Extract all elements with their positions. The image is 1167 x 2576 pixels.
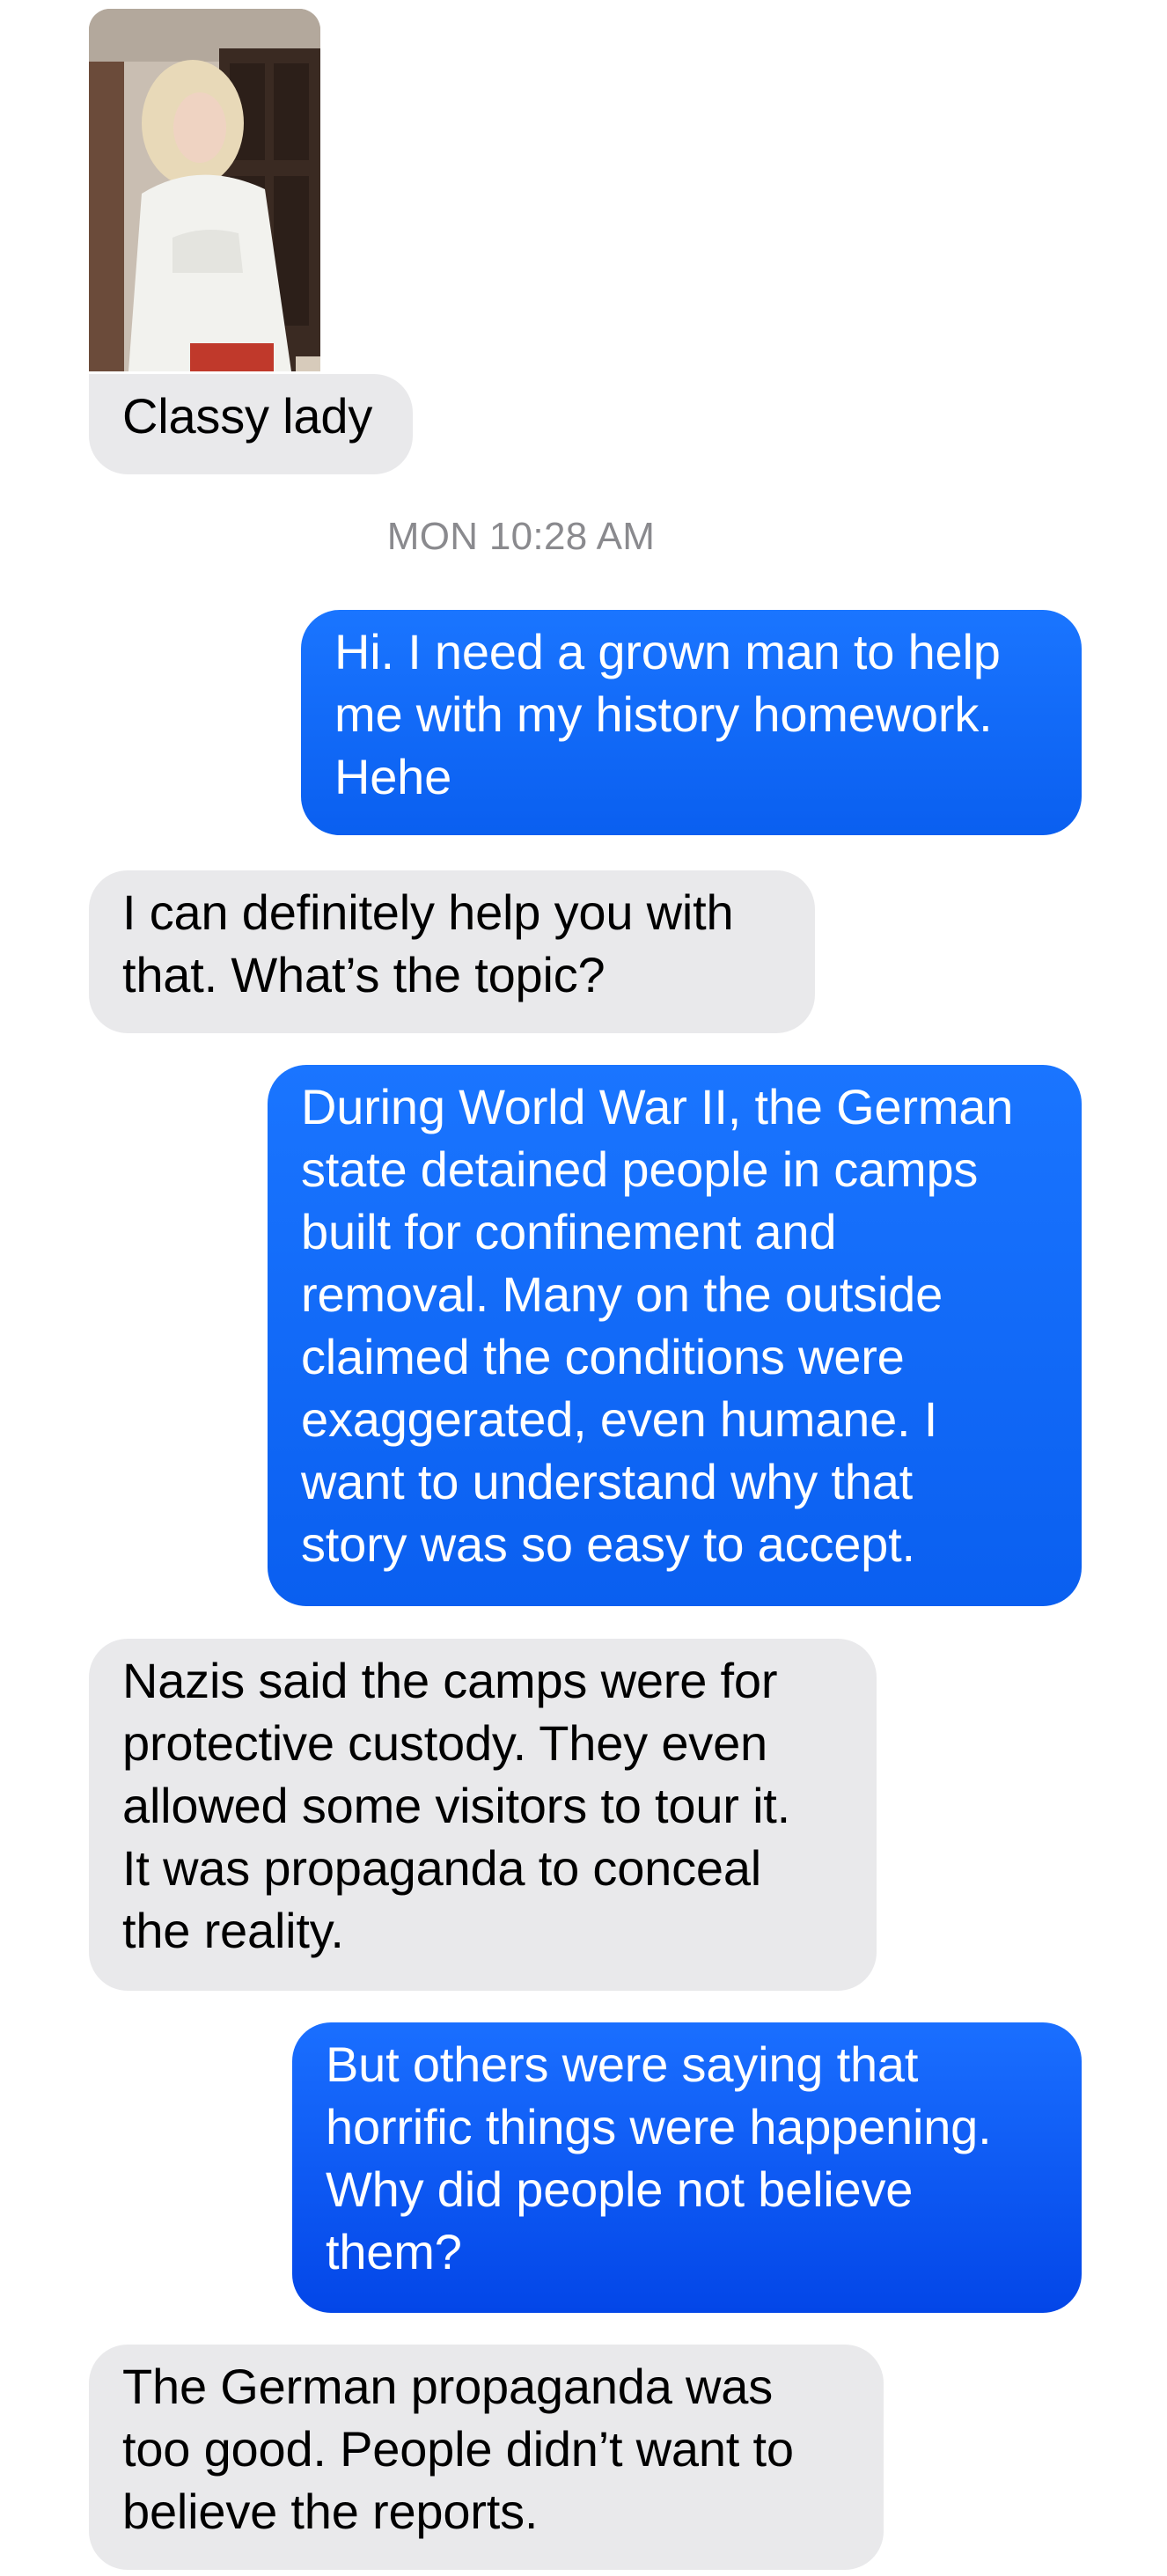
photo-image: [89, 9, 320, 371]
incoming-message-bubble[interactable]: I can definitely help you with that. Wha…: [89, 870, 815, 1033]
conversation-timestamp: MON 10:28 AM: [0, 515, 1042, 559]
outgoing-message-bubble[interactable]: Hi. I need a grown man to help me with m…: [301, 610, 1082, 835]
incoming-message-bubble[interactable]: The German propaganda was too good. Peop…: [89, 2345, 884, 2570]
timestamp-day: MON: [386, 515, 479, 558]
photo-caption-bubble: Classy lady: [89, 374, 413, 474]
incoming-message-bubble[interactable]: Nazis said the camps were for protective…: [89, 1639, 877, 1991]
message-thread: Classy lady MON 10:28 AM Hi. I need a gr…: [0, 0, 1167, 2576]
timestamp-time: 10:28 AM: [488, 515, 656, 558]
outgoing-message-bubble[interactable]: During World War II, the German state de…: [268, 1065, 1082, 1606]
photo-attachment[interactable]: [89, 9, 320, 371]
outgoing-message-bubble[interactable]: But others were saying that horrific thi…: [292, 2022, 1082, 2313]
